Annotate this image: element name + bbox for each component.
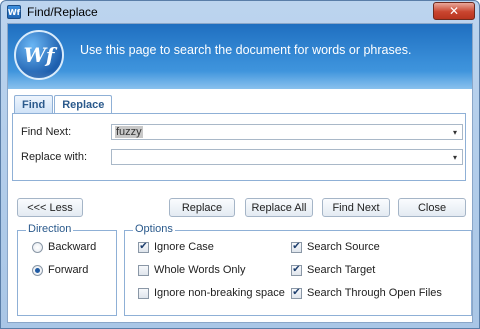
ignore-nbsp-checkbox[interactable]: Ignore non-breaking space	[138, 287, 285, 299]
forward-label[interactable]: Forward	[48, 264, 88, 276]
search-source-label[interactable]: Search Source	[307, 241, 380, 253]
replace-with-combo[interactable]: ▾	[111, 149, 463, 165]
replace-all-button[interactable]: Replace All	[245, 198, 313, 217]
search-open-files-checkbox[interactable]: ✔ Search Through Open Files	[291, 287, 442, 299]
ignore-case-checkbox[interactable]: ✔ Ignore Case	[138, 241, 214, 253]
find-next-button[interactable]: Find Next	[322, 198, 390, 217]
checkbox-checked-icon[interactable]: ✔	[291, 241, 302, 253]
header-message: Use this page to search the document for…	[80, 43, 412, 57]
window-close-button[interactable]: ✕	[433, 2, 475, 20]
find-next-label: Find Next:	[21, 126, 72, 138]
title-bar[interactable]: Wf Find/Replace ✕	[1, 1, 479, 23]
radio-selected-icon[interactable]	[32, 264, 43, 276]
replace-button[interactable]: Replace	[169, 198, 235, 217]
radio-unselected-icon[interactable]	[32, 241, 43, 253]
ignore-nbsp-label[interactable]: Ignore non-breaking space	[154, 287, 285, 299]
whole-words-label[interactable]: Whole Words Only	[154, 264, 246, 276]
find-next-combo[interactable]: fuzzy ▾	[111, 124, 463, 140]
chevron-down-icon[interactable]: ▾	[448, 150, 462, 164]
ignore-case-label[interactable]: Ignore Case	[154, 241, 214, 253]
app-icon: Wf	[7, 5, 21, 19]
forward-radio[interactable]: Forward	[32, 264, 88, 276]
replace-with-label: Replace with:	[21, 151, 88, 163]
find-next-value[interactable]: fuzzy	[115, 126, 143, 138]
search-source-checkbox[interactable]: ✔ Search Source	[291, 241, 380, 253]
tab-strip: Find Replace	[14, 95, 113, 114]
search-target-label[interactable]: Search Target	[307, 264, 375, 276]
window-title: Find/Replace	[27, 5, 98, 19]
backward-radio[interactable]: Backward	[32, 241, 96, 253]
options-group: Options ✔ Ignore Case Whole Words Only I…	[124, 223, 472, 316]
backward-label[interactable]: Backward	[48, 241, 96, 253]
checkbox-checked-icon[interactable]: ✔	[138, 241, 149, 253]
tab-find[interactable]: Find	[14, 95, 54, 113]
find-replace-window: Wf Find/Replace ✕ Wf Use this page to se…	[0, 0, 480, 329]
header-banner: Wf Use this page to search the document …	[8, 24, 472, 89]
search-target-checkbox[interactable]: ✔ Search Target	[291, 264, 375, 276]
search-open-files-label[interactable]: Search Through Open Files	[307, 287, 442, 299]
direction-group: Direction Backward Forward	[17, 223, 117, 316]
dialog-body: Wf Use this page to search the document …	[7, 23, 473, 323]
checkbox-unchecked-icon[interactable]	[138, 264, 149, 276]
options-legend: Options	[133, 223, 175, 235]
close-button[interactable]: Close	[398, 198, 466, 217]
checkbox-unchecked-icon[interactable]	[138, 287, 149, 299]
checkbox-checked-icon[interactable]: ✔	[291, 264, 302, 276]
less-button[interactable]: <<< Less	[17, 198, 83, 217]
wf-logo: Wf	[14, 30, 64, 80]
checkbox-checked-icon[interactable]: ✔	[291, 287, 302, 299]
chevron-down-icon[interactable]: ▾	[448, 125, 462, 139]
tab-replace[interactable]: Replace	[54, 95, 113, 114]
direction-legend: Direction	[26, 223, 74, 235]
replace-tab-panel: Find Next: fuzzy ▾ Replace with: ▾	[12, 113, 466, 181]
whole-words-checkbox[interactable]: Whole Words Only	[138, 264, 246, 276]
